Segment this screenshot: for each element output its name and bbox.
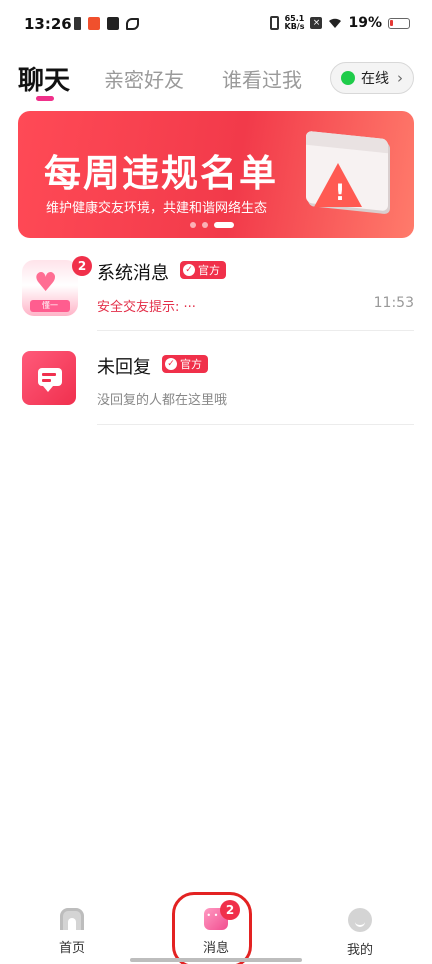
violation-banner[interactable]: 每周违规名单 维护健康交友环境，共建和谐网络生态 !	[18, 111, 414, 238]
check-icon: ✓	[165, 358, 177, 370]
app-notification-icon	[126, 17, 139, 30]
chat-title: 未回复	[97, 357, 151, 378]
official-badge: ✓ 官方	[162, 355, 208, 373]
official-badge: ✓ 官方	[180, 261, 226, 279]
battery-icon	[388, 17, 410, 29]
home-icon	[60, 908, 84, 930]
tab-close-friends[interactable]: 亲密好友	[104, 64, 184, 93]
chat-preview: 安全交友提示: ···	[97, 300, 196, 315]
no-sim-icon: ×	[310, 17, 323, 29]
unread-badge: 2	[72, 256, 92, 276]
home-indicator[interactable]	[130, 958, 302, 962]
pagination-dot[interactable]	[202, 222, 208, 228]
avatar-tag: 懂一	[30, 300, 70, 312]
vibrate-icon	[269, 16, 279, 30]
status-bar: 13:26 65.1 KB/s × 19%	[0, 0, 432, 50]
wifi-icon	[329, 18, 342, 28]
highlight-annotation	[172, 892, 252, 964]
heart-icon: ♥	[34, 268, 58, 298]
network-speed: 65.1 KB/s	[285, 15, 305, 31]
no-reply-avatar	[22, 351, 76, 405]
exclamation-icon: !	[335, 181, 346, 206]
online-status-label: 在线	[361, 71, 389, 87]
online-dot-icon	[341, 71, 355, 85]
divider	[97, 330, 414, 331]
chat-time: 11:53	[373, 295, 414, 311]
banner-pagination	[190, 222, 234, 228]
chat-item-no-reply[interactable]: 未回复 ✓ 官方 没回复的人都在这里哦	[0, 344, 432, 434]
divider	[97, 424, 414, 425]
top-tabs: 聊天 亲密好友 谁看过我 在线 ›	[0, 56, 432, 106]
nav-profile-label: 我的	[346, 943, 373, 958]
chat-bubble-icon	[38, 368, 62, 392]
nav-home[interactable]: 首页	[32, 908, 112, 956]
chevron-right-icon: ›	[397, 69, 403, 87]
battery-percent: 19%	[348, 15, 382, 31]
phone-icon	[74, 17, 81, 30]
nav-home-label: 首页	[58, 941, 85, 956]
status-right: 65.1 KB/s × 19%	[269, 15, 410, 31]
banner-subtitle: 维护健康交友环境，共建和谐网络生态	[46, 201, 268, 216]
chat-preview: 没回复的人都在这里哦	[97, 393, 228, 408]
mail-icon	[107, 17, 119, 30]
official-label: 官方	[198, 264, 220, 277]
system-messages-avatar: ♥ 懂一	[22, 260, 78, 316]
notification-icons	[74, 17, 139, 30]
pagination-dot[interactable]	[190, 222, 196, 228]
banner-title: 每周违规名单	[44, 152, 278, 195]
check-icon: ✓	[183, 264, 195, 276]
tab-chat[interactable]: 聊天	[18, 60, 70, 97]
network-speed-unit: KB/s	[284, 22, 305, 31]
taobao-icon	[88, 17, 100, 30]
official-label: 官方	[180, 358, 202, 371]
nav-profile[interactable]: 我的	[320, 908, 400, 958]
status-time: 13:26	[24, 15, 72, 33]
online-status-button[interactable]: 在线 ›	[330, 62, 414, 94]
chat-title: 系统消息	[97, 263, 169, 284]
tab-who-viewed-me[interactable]: 谁看过我	[222, 64, 302, 93]
tab-indicator	[36, 96, 54, 101]
pagination-dot-active[interactable]	[214, 222, 234, 228]
profile-icon	[348, 908, 372, 932]
chat-item-system-messages[interactable]: ♥ 懂一 2 系统消息 ✓ 官方 安全交友提示: ··· 11:53	[0, 250, 432, 340]
